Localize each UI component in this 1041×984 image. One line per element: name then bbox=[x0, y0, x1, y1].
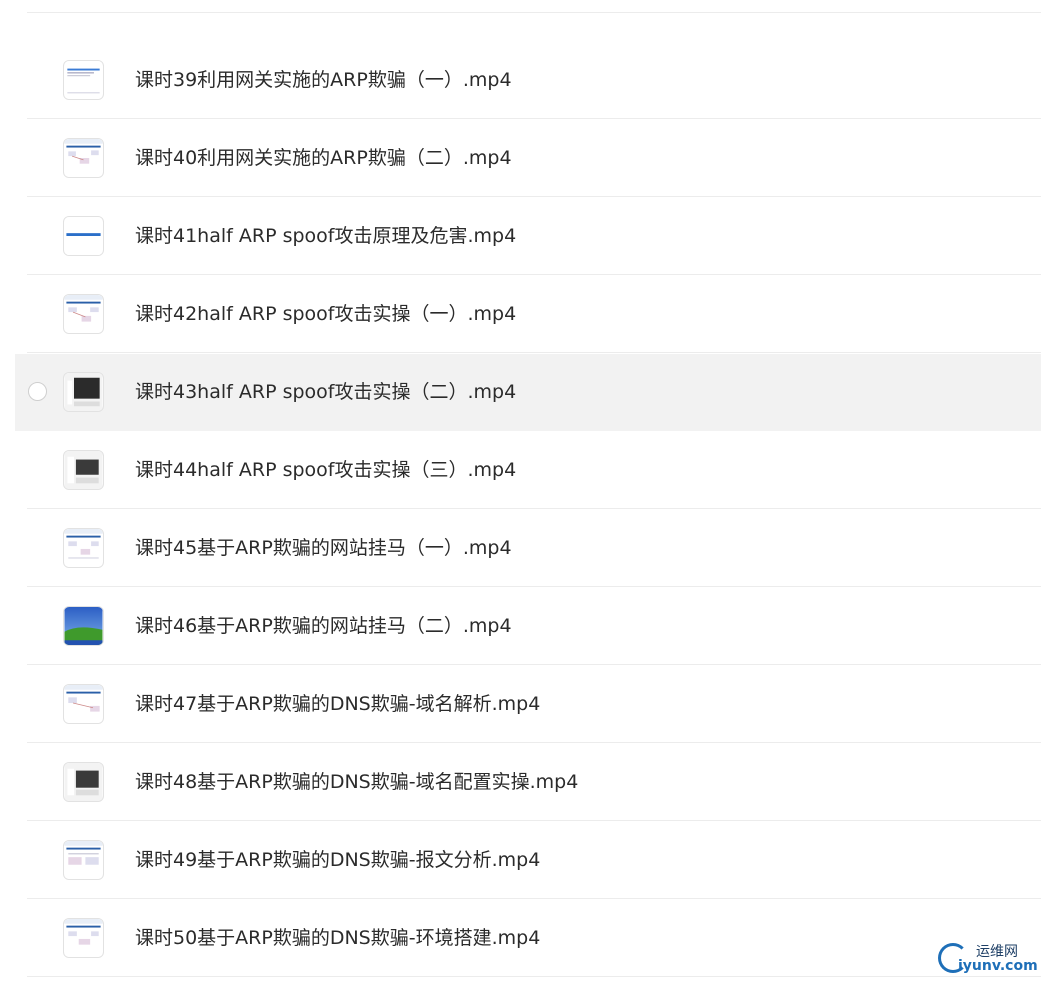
title-slide-thumb-icon bbox=[63, 216, 104, 256]
list-item[interactable]: 课时47基于ARP欺骗的DNS欺骗-域名解析.mp4 bbox=[27, 666, 1041, 743]
file-name: 课时47基于ARP欺骗的DNS欺骗-域名解析.mp4 bbox=[135, 693, 541, 715]
list-item[interactable]: 课时43half ARP spoof攻击实操（二）.mp4 bbox=[15, 354, 1041, 431]
list-item[interactable]: 课时48基于ARP欺骗的DNS欺骗-域名配置实操.mp4 bbox=[27, 744, 1041, 821]
diagram-thumb-icon bbox=[63, 918, 104, 958]
list-item[interactable]: 课时42half ARP spoof攻击实操（一）.mp4 bbox=[27, 276, 1041, 353]
file-name: 课时39利用网关实施的ARP欺骗（一）.mp4 bbox=[135, 69, 512, 91]
file-name: 课时44half ARP spoof攻击实操（三）.mp4 bbox=[135, 459, 517, 481]
diagram-thumb-icon bbox=[63, 294, 104, 334]
diagram-thumb-icon bbox=[63, 684, 104, 724]
list-item[interactable]: 课时40利用网关实施的ARP欺骗（二）.mp4 bbox=[27, 120, 1041, 197]
select-radio[interactable] bbox=[28, 382, 47, 401]
watermark-en: iyunv.com bbox=[958, 958, 1038, 974]
list-item[interactable]: 课时46基于ARP欺骗的网站挂马（二）.mp4 bbox=[27, 588, 1041, 665]
file-name: 课时41half ARP spoof攻击原理及危害.mp4 bbox=[135, 225, 517, 247]
diagram-thumb-icon bbox=[63, 528, 104, 568]
file-name: 课时50基于ARP欺骗的DNS欺骗-环境搭建.mp4 bbox=[135, 927, 541, 949]
list-item[interactable] bbox=[27, 0, 1041, 13]
file-name: 课时42half ARP spoof攻击实操（一）.mp4 bbox=[135, 303, 517, 325]
desktop-thumb-icon bbox=[63, 606, 104, 646]
list-item[interactable]: 课时41half ARP spoof攻击原理及危害.mp4 bbox=[27, 198, 1041, 275]
list-item[interactable]: 课时39利用网关实施的ARP欺骗（一）.mp4 bbox=[27, 42, 1041, 119]
list-item[interactable]: 课时50基于ARP欺骗的DNS欺骗-环境搭建.mp4 bbox=[27, 900, 1041, 977]
file-name: 课时40利用网关实施的ARP欺骗（二）.mp4 bbox=[135, 147, 512, 169]
file-name: 课时48基于ARP欺骗的DNS欺骗-域名配置实操.mp4 bbox=[135, 771, 579, 793]
list-item[interactable]: 课时44half ARP spoof攻击实操（三）.mp4 bbox=[27, 432, 1041, 509]
diagram-thumb-icon bbox=[63, 840, 104, 880]
diagram-thumb-icon bbox=[63, 138, 104, 178]
watermark-logo: 运维网 iyunv.com bbox=[936, 940, 1038, 978]
file-name: 课时45基于ARP欺骗的网站挂马（一）.mp4 bbox=[135, 537, 512, 559]
terminal-thumb-icon bbox=[63, 450, 104, 490]
terminal-thumb-icon bbox=[63, 372, 104, 412]
list-item[interactable]: 课时49基于ARP欺骗的DNS欺骗-报文分析.mp4 bbox=[27, 822, 1041, 899]
file-name: 课时46基于ARP欺骗的网站挂马（二）.mp4 bbox=[135, 615, 512, 637]
file-name: 课时43half ARP spoof攻击实操（二）.mp4 bbox=[135, 381, 517, 403]
file-name: 课时49基于ARP欺骗的DNS欺骗-报文分析.mp4 bbox=[135, 849, 541, 871]
list-item[interactable]: 课时45基于ARP欺骗的网站挂马（一）.mp4 bbox=[27, 510, 1041, 587]
doc-thumb-icon bbox=[63, 60, 104, 100]
terminal-thumb-icon bbox=[63, 762, 104, 802]
